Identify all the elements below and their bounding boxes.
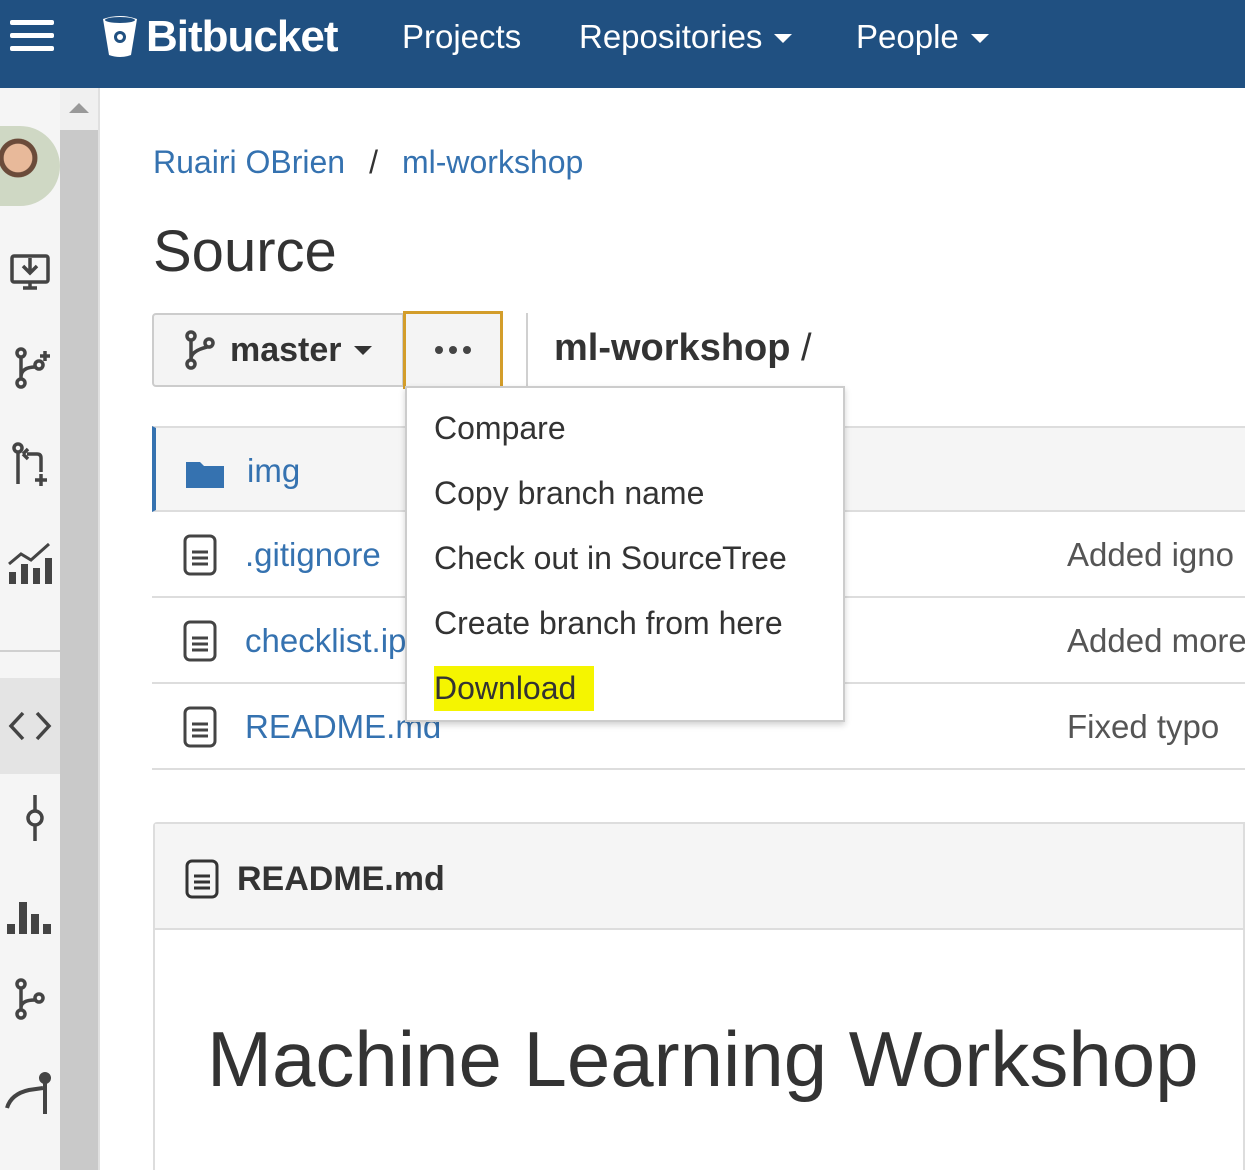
insights-icon[interactable] <box>0 528 60 598</box>
file-icon <box>185 859 219 899</box>
breadcrumb-separator: / <box>369 144 378 180</box>
ellipsis-dot <box>449 346 457 354</box>
repository-sidebar <box>0 88 100 1170</box>
readme-filename[interactable]: README.md <box>237 860 445 899</box>
nav-repositories[interactable]: Repositories <box>579 18 793 56</box>
breadcrumb-repo-link[interactable]: ml-workshop <box>402 144 583 181</box>
commit-message: Added igno <box>1067 536 1234 573</box>
bitbucket-logo[interactable]: Bitbucket <box>100 12 338 61</box>
chevron-down-icon <box>970 33 989 43</box>
readme-panel: README.md Machine Learning Workshop <box>153 822 1245 1170</box>
file-name[interactable]: checklist.ip <box>245 622 406 660</box>
scroll-up-icon[interactable] <box>60 88 98 130</box>
menu-item-check-out-in-sourcetree[interactable]: Check out in SourceTree <box>407 526 843 591</box>
folder-icon <box>186 462 224 488</box>
repository-path: ml-workshop / <box>554 327 812 370</box>
sidebar-scrollbar[interactable] <box>60 88 98 1170</box>
file-icon <box>183 534 217 576</box>
branch-selector-button[interactable]: master <box>152 313 404 387</box>
nav-projects-label: Projects <box>402 18 522 55</box>
menu-item-label: Copy branch name <box>434 475 705 511</box>
file-name[interactable]: img <box>247 452 300 490</box>
repository-avatar[interactable] <box>0 126 60 206</box>
menu-item-label: Compare <box>434 410 566 446</box>
pull-requests-icon[interactable] <box>0 964 60 1034</box>
menu-item-download[interactable]: Download <box>407 656 843 721</box>
brand-name: Bitbucket <box>146 12 338 61</box>
menu-item-compare[interactable]: Compare <box>407 396 843 461</box>
page-title: Source <box>153 219 337 284</box>
file-name[interactable]: .gitignore <box>245 536 381 574</box>
create-branch-icon[interactable] <box>0 333 60 403</box>
repository-path-separator: / <box>801 327 812 369</box>
commit-message: Fixed typo <box>1067 708 1220 745</box>
nav-repositories-label: Repositories <box>579 18 763 55</box>
source-icon[interactable] <box>0 678 60 774</box>
menu-item-label: Download <box>434 666 595 711</box>
sidebar-divider <box>0 650 60 652</box>
breadcrumb: Ruairi OBrien / ml-workshop <box>153 144 583 181</box>
breadcrumb-owner-link[interactable]: Ruairi OBrien <box>153 144 345 181</box>
commit-message: Added more <box>1067 622 1245 659</box>
nav-projects[interactable]: Projects <box>402 18 521 56</box>
branch-name: master <box>230 330 342 369</box>
branches-icon[interactable] <box>0 878 60 948</box>
ellipsis-dot <box>463 346 471 354</box>
more-actions-button[interactable] <box>403 311 503 389</box>
menu-item-label: Check out in SourceTree <box>434 540 787 576</box>
bitbucket-bucket-icon <box>103 16 137 57</box>
commits-icon[interactable] <box>0 783 60 853</box>
readme-heading: Machine Learning Workshop <box>207 1015 1199 1103</box>
create-pull-request-icon[interactable] <box>0 430 60 500</box>
menu-item-create-branch[interactable]: Create branch from here <box>407 591 843 656</box>
file-icon <box>183 620 217 662</box>
menu-item-copy-branch-name[interactable]: Copy branch name <box>407 461 843 526</box>
file-icon <box>183 706 217 748</box>
readme-header: README.md <box>155 824 1243 930</box>
top-navigation-bar: Bitbucket Projects Repositories People <box>0 0 1245 88</box>
branch-icon <box>185 330 215 370</box>
more-actions-dropdown: Compare Copy branch name Check out in So… <box>405 386 845 722</box>
clone-icon[interactable] <box>0 236 60 306</box>
chevron-down-icon <box>353 345 372 355</box>
menu-item-label: Create branch from here <box>434 605 783 641</box>
pipelines-icon[interactable] <box>0 1058 60 1128</box>
menu-icon[interactable] <box>10 20 54 52</box>
toolbar-separator <box>526 313 528 389</box>
repository-path-name[interactable]: ml-workshop <box>554 327 790 369</box>
ellipsis-icon <box>435 346 443 354</box>
chevron-down-icon <box>774 33 793 43</box>
nav-people-label: People <box>856 18 959 55</box>
nav-people[interactable]: People <box>856 18 989 56</box>
